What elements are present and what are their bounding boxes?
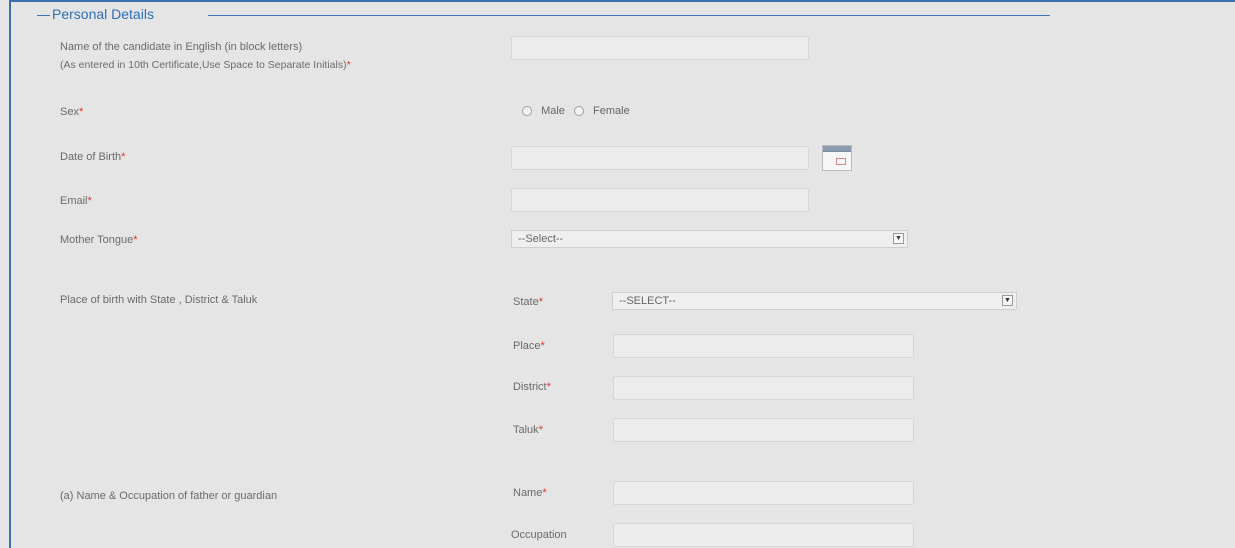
email-label: Email* (60, 195, 92, 207)
fieldset-border-right (208, 15, 1050, 16)
birth-place-label: Place of birth with State , District & T… (60, 294, 258, 306)
section-title: Personal Details (50, 6, 156, 22)
email-input[interactable] (511, 188, 809, 212)
required-marker: * (133, 234, 138, 246)
mother-tongue-label-text: Mother Tongue (60, 234, 134, 246)
mother-tongue-select[interactable]: --Select-- ▼ (511, 230, 908, 248)
name-note-text: (As entered in 10th Certificate,Use Spac… (60, 59, 347, 71)
required-marker: * (542, 487, 547, 499)
district-label: District* (513, 381, 551, 393)
district-label-text: District (513, 381, 547, 393)
sex-label-text: Sex (60, 106, 79, 118)
email-label-text: Email (60, 195, 88, 207)
taluk-input[interactable] (613, 418, 914, 442)
required-marker: * (540, 340, 545, 352)
dob-label-text: Date of Birth (60, 151, 122, 163)
male-radio-label[interactable]: Male (541, 105, 565, 117)
place-label-text: Place (513, 340, 541, 352)
guardian-name-label-text: Name (513, 487, 543, 499)
required-marker: * (546, 381, 551, 393)
guardian-occupation-label: Occupation (511, 529, 567, 541)
place-label: Place* (513, 340, 545, 352)
required-marker: * (87, 195, 92, 207)
sex-label: Sex* (60, 106, 83, 118)
male-radio[interactable] (522, 106, 532, 117)
form-frame (9, 0, 1235, 548)
guardian-occupation-input[interactable] (613, 523, 914, 547)
chevron-down-icon[interactable]: ▼ (893, 233, 904, 244)
state-label-text: State (513, 296, 539, 308)
place-input[interactable] (613, 334, 914, 358)
name-label: Name of the candidate in English (in blo… (60, 41, 302, 53)
sex-radio-group: Male Female (522, 105, 630, 117)
guardian-name-label: Name* (513, 487, 547, 499)
mother-tongue-selected: --Select-- (518, 233, 564, 245)
mother-tongue-label: Mother Tongue* (60, 234, 137, 246)
taluk-label-text: Taluk (513, 424, 539, 436)
district-input[interactable] (613, 376, 914, 400)
guardian-name-input[interactable] (613, 481, 914, 505)
guardian-label: (a) Name & Occupation of father or guard… (60, 490, 278, 502)
required-marker: * (538, 296, 543, 308)
female-radio-label[interactable]: Female (593, 105, 630, 117)
state-selected: --SELECT-- (619, 295, 676, 307)
name-note: (As entered in 10th Certificate,Use Spac… (60, 59, 351, 71)
chevron-down-icon[interactable]: ▼ (1002, 295, 1013, 306)
female-radio[interactable] (573, 106, 584, 117)
calendar-icon[interactable] (822, 145, 852, 171)
required-marker: * (78, 106, 84, 118)
required-marker: * (538, 424, 543, 436)
required-marker: * (121, 151, 126, 163)
dob-label: Date of Birth* (60, 151, 125, 163)
state-select[interactable]: --SELECT-- ▼ (612, 292, 1017, 310)
required-marker: * (346, 59, 351, 71)
fieldset-border-left (37, 15, 50, 16)
state-label: State* (513, 296, 543, 308)
name-label-text: Name of the candidate in English (in blo… (60, 41, 303, 53)
dob-input[interactable] (511, 146, 809, 170)
candidate-name-input[interactable] (511, 36, 809, 60)
taluk-label: Taluk* (513, 424, 543, 436)
